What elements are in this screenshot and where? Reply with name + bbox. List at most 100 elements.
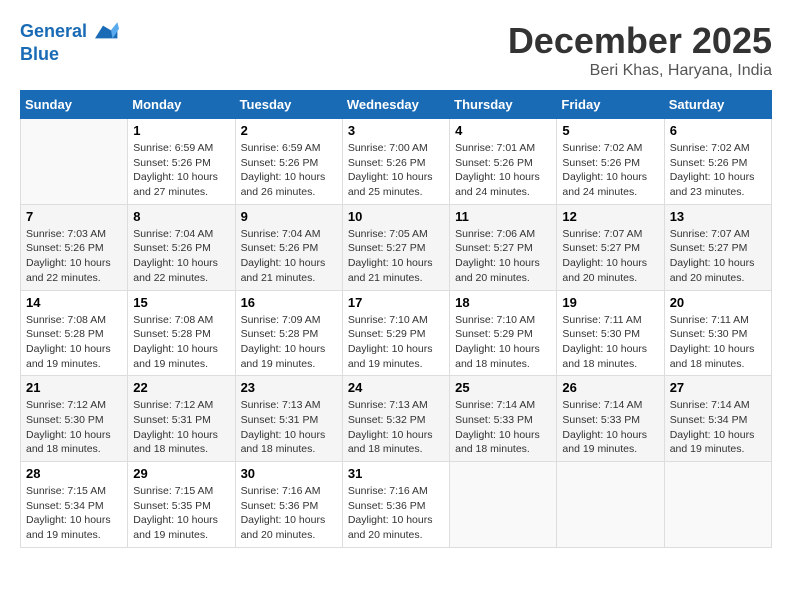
calendar-cell: 12Sunrise: 7:07 AMSunset: 5:27 PMDayligh… — [557, 204, 664, 290]
day-info: Sunrise: 7:04 AMSunset: 5:26 PMDaylight:… — [241, 227, 337, 286]
day-info: Sunrise: 7:00 AMSunset: 5:26 PMDaylight:… — [348, 141, 444, 200]
day-info: Sunrise: 7:02 AMSunset: 5:26 PMDaylight:… — [562, 141, 658, 200]
calendar-cell: 26 Sunrise: 7:14 AMSunset: 5:33 PMDayligh… — [557, 376, 664, 462]
day-number: 21 — [26, 380, 122, 395]
day-number: 28 — [26, 466, 122, 481]
calendar-cell: 10 Sunrise: 7:05 AMSunset: 5:27 PMDayligh… — [342, 204, 449, 290]
calendar-cell: 21 Sunrise: 7:12 AMSunset: 5:30 PMDayligh… — [21, 376, 128, 462]
calendar-cell: 16 Sunrise: 7:09 AMSunset: 5:28 PMDayligh… — [235, 290, 342, 376]
day-info: Sunrise: 7:15 AMSunset: 5:34 PMDaylight:… — [26, 484, 122, 543]
day-info: Sunrise: 7:06 AMSunset: 5:27 PMDaylight:… — [455, 227, 551, 286]
calendar-cell: 14 Sunrise: 7:08 AMSunset: 5:28 PMDayligh… — [21, 290, 128, 376]
day-number: 4 — [455, 123, 551, 138]
calendar-cell — [450, 462, 557, 548]
day-info: Sunrise: 6:59 AMSunset: 5:26 PMDaylight:… — [241, 141, 337, 200]
weekday-header-friday: Friday — [557, 91, 664, 119]
calendar-cell: 31 Sunrise: 7:16 AMSunset: 5:36 PMDayligh… — [342, 462, 449, 548]
day-number: 18 — [455, 295, 551, 310]
calendar-cell: 25 Sunrise: 7:14 AMSunset: 5:33 PMDayligh… — [450, 376, 557, 462]
calendar-cell: 20Sunrise: 7:11 AMSunset: 5:30 PMDayligh… — [664, 290, 771, 376]
day-info: Sunrise: 7:16 AMSunset: 5:36 PMDaylight:… — [348, 484, 444, 543]
day-number: 9 — [241, 209, 337, 224]
calendar-cell: 30Sunrise: 7:16 AMSunset: 5:36 PMDayligh… — [235, 462, 342, 548]
calendar-week-1: 1 Sunrise: 6:59 AMSunset: 5:26 PMDaylight… — [21, 119, 772, 205]
day-number: 10 — [348, 209, 444, 224]
day-number: 5 — [562, 123, 658, 138]
day-number: 1 — [133, 123, 229, 138]
day-number: 27 — [670, 380, 766, 395]
day-info: Sunrise: 7:13 AMSunset: 5:32 PMDaylight:… — [348, 398, 444, 457]
day-number: 11 — [455, 209, 551, 224]
calendar-cell: 9 Sunrise: 7:04 AMSunset: 5:26 PMDaylight… — [235, 204, 342, 290]
calendar-cell: 22 Sunrise: 7:12 AMSunset: 5:31 PMDayligh… — [128, 376, 235, 462]
calendar-cell — [21, 119, 128, 205]
weekday-header-sunday: Sunday — [21, 91, 128, 119]
day-info: Sunrise: 7:10 AMSunset: 5:29 PMDaylight:… — [455, 313, 551, 372]
day-info: Sunrise: 7:08 AMSunset: 5:28 PMDaylight:… — [26, 313, 122, 372]
calendar-cell: 6 Sunrise: 7:02 AMSunset: 5:26 PMDaylight… — [664, 119, 771, 205]
day-number: 26 — [562, 380, 658, 395]
day-number: 13 — [670, 209, 766, 224]
day-number: 12 — [562, 209, 658, 224]
calendar-cell: 15 Sunrise: 7:08 AMSunset: 5:28 PMDayligh… — [128, 290, 235, 376]
day-info: Sunrise: 6:59 AMSunset: 5:26 PMDaylight:… — [133, 141, 229, 200]
calendar-week-5: 28 Sunrise: 7:15 AMSunset: 5:34 PMDayligh… — [21, 462, 772, 548]
day-number: 3 — [348, 123, 444, 138]
calendar-week-2: 7Sunrise: 7:03 AMSunset: 5:26 PMDaylight… — [21, 204, 772, 290]
calendar-cell: 1 Sunrise: 6:59 AMSunset: 5:26 PMDaylight… — [128, 119, 235, 205]
day-number: 31 — [348, 466, 444, 481]
day-info: Sunrise: 7:16 AMSunset: 5:36 PMDaylight:… — [241, 484, 337, 543]
calendar-cell — [557, 462, 664, 548]
day-info: Sunrise: 7:05 AMSunset: 5:27 PMDaylight:… — [348, 227, 444, 286]
weekday-header-row: SundayMondayTuesdayWednesdayThursdayFrid… — [21, 91, 772, 119]
calendar-week-4: 21 Sunrise: 7:12 AMSunset: 5:30 PMDayligh… — [21, 376, 772, 462]
day-info: Sunrise: 7:12 AMSunset: 5:30 PMDaylight:… — [26, 398, 122, 457]
day-info: Sunrise: 7:11 AMSunset: 5:30 PMDaylight:… — [562, 313, 658, 372]
day-info: Sunrise: 7:14 AMSunset: 5:33 PMDaylight:… — [455, 398, 551, 457]
weekday-header-tuesday: Tuesday — [235, 91, 342, 119]
location: Beri Khas, Haryana, India — [508, 62, 772, 80]
day-number: 8 — [133, 209, 229, 224]
page-header: General Blue December 2025 Beri Khas, Ha… — [20, 20, 772, 80]
title-section: December 2025 Beri Khas, Haryana, India — [508, 20, 772, 80]
calendar-cell: 28 Sunrise: 7:15 AMSunset: 5:34 PMDayligh… — [21, 462, 128, 548]
day-number: 17 — [348, 295, 444, 310]
day-info: Sunrise: 7:10 AMSunset: 5:29 PMDaylight:… — [348, 313, 444, 372]
day-number: 19 — [562, 295, 658, 310]
day-info: Sunrise: 7:14 AMSunset: 5:34 PMDaylight:… — [670, 398, 766, 457]
calendar-cell: 27 Sunrise: 7:14 AMSunset: 5:34 PMDayligh… — [664, 376, 771, 462]
calendar-cell: 18 Sunrise: 7:10 AMSunset: 5:29 PMDayligh… — [450, 290, 557, 376]
day-info: Sunrise: 7:07 AMSunset: 5:27 PMDaylight:… — [670, 227, 766, 286]
weekday-header-thursday: Thursday — [450, 91, 557, 119]
day-info: Sunrise: 7:12 AMSunset: 5:31 PMDaylight:… — [133, 398, 229, 457]
day-info: Sunrise: 7:09 AMSunset: 5:28 PMDaylight:… — [241, 313, 337, 372]
day-number: 29 — [133, 466, 229, 481]
calendar-table: SundayMondayTuesdayWednesdayThursdayFrid… — [20, 90, 772, 548]
day-number: 14 — [26, 295, 122, 310]
weekday-header-monday: Monday — [128, 91, 235, 119]
day-number: 25 — [455, 380, 551, 395]
day-number: 16 — [241, 295, 337, 310]
calendar-cell: 24 Sunrise: 7:13 AMSunset: 5:32 PMDayligh… — [342, 376, 449, 462]
calendar-cell: 29 Sunrise: 7:15 AMSunset: 5:35 PMDayligh… — [128, 462, 235, 548]
calendar-cell — [664, 462, 771, 548]
calendar-cell: 2 Sunrise: 6:59 AMSunset: 5:26 PMDaylight… — [235, 119, 342, 205]
logo: General Blue — [20, 20, 119, 66]
day-number: 22 — [133, 380, 229, 395]
day-number: 2 — [241, 123, 337, 138]
day-info: Sunrise: 7:14 AMSunset: 5:33 PMDaylight:… — [562, 398, 658, 457]
day-number: 24 — [348, 380, 444, 395]
weekday-header-wednesday: Wednesday — [342, 91, 449, 119]
day-info: Sunrise: 7:08 AMSunset: 5:28 PMDaylight:… — [133, 313, 229, 372]
day-number: 15 — [133, 295, 229, 310]
day-info: Sunrise: 7:01 AMSunset: 5:26 PMDaylight:… — [455, 141, 551, 200]
calendar-cell: 19 Sunrise: 7:11 AMSunset: 5:30 PMDayligh… — [557, 290, 664, 376]
day-info: Sunrise: 7:04 AMSunset: 5:26 PMDaylight:… — [133, 227, 229, 286]
logo-blue-text: Blue — [20, 44, 119, 66]
day-info: Sunrise: 7:15 AMSunset: 5:35 PMDaylight:… — [133, 484, 229, 543]
day-number: 6 — [670, 123, 766, 138]
calendar-cell: 4 Sunrise: 7:01 AMSunset: 5:26 PMDaylight… — [450, 119, 557, 205]
day-info: Sunrise: 7:02 AMSunset: 5:26 PMDaylight:… — [670, 141, 766, 200]
calendar-week-3: 14 Sunrise: 7:08 AMSunset: 5:28 PMDayligh… — [21, 290, 772, 376]
day-info: Sunrise: 7:03 AMSunset: 5:26 PMDaylight:… — [26, 227, 122, 286]
